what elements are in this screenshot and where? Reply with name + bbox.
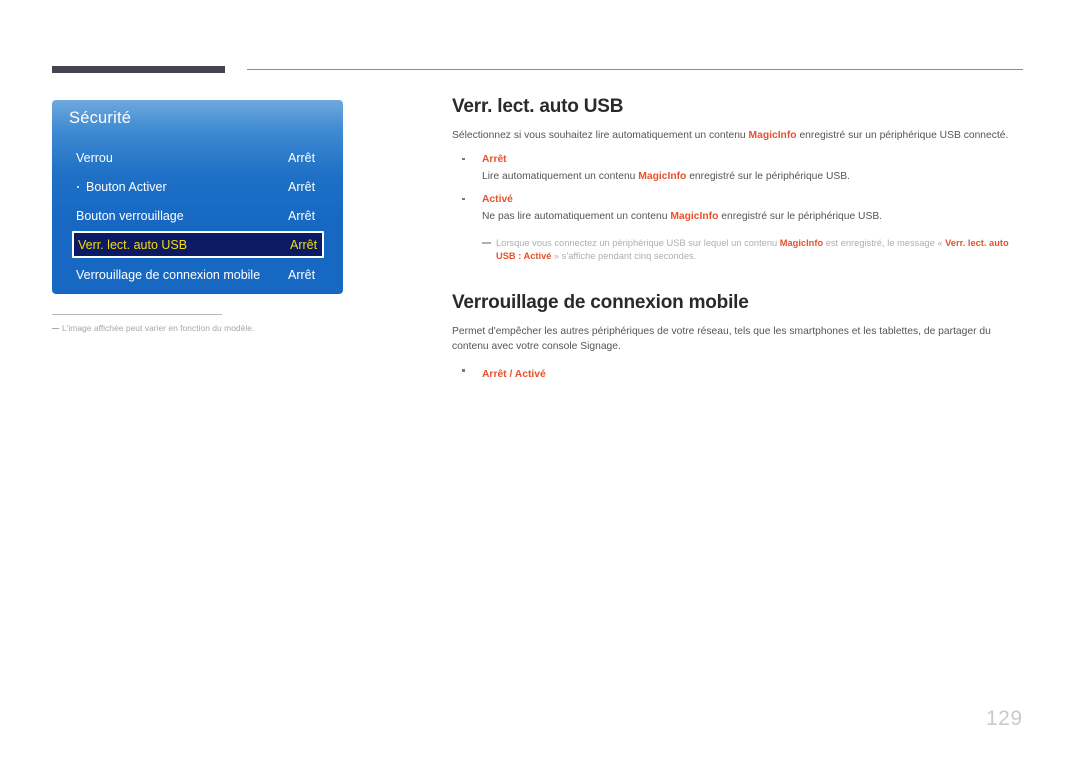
list-item: Arrêt / Activé (452, 364, 1024, 382)
desc-part-1: Ne pas lire automatiquement un contenu (482, 210, 671, 222)
section-2-title: Verrouillage de connexion mobile (452, 292, 749, 314)
option-label-arret: Arrêt (482, 153, 507, 165)
section-1-intro: Sélectionnez si vous souhaitez lire auto… (452, 129, 1024, 144)
desc-part-2: enregistré sur le périphérique USB. (686, 170, 851, 182)
osd-row-label: Verrouillage de connexion mobile (76, 267, 261, 282)
osd-footnote-text: L'image affichée peut varier en fonction… (62, 323, 255, 333)
osd-row-verrouillage-connexion-mobile[interactable]: Verrouillage de connexion mobile Arrêt (52, 260, 343, 289)
osd-row-bouton-verrouillage[interactable]: Bouton verrouillage Arrêt (52, 201, 343, 230)
note-part-3: » s'affiche pendant cinq secondes. (551, 251, 697, 262)
desc-part-1: Lire automatiquement un contenu (482, 170, 639, 182)
note-part-2: est enregistré, le message « (823, 237, 946, 248)
osd-row-label: Verr. lect. auto USB (78, 237, 188, 252)
footnote-divider (52, 314, 222, 315)
list-item: Activé Ne pas lire automatiquement un co… (452, 193, 1024, 225)
magicinfo-keyword: MagicInfo (670, 210, 719, 222)
section-1-note: Lorsque vous connectez un périphérique U… (482, 237, 1024, 265)
option-label-arret-active: Arrêt / Activé (482, 369, 546, 381)
list-item: Arrêt Lire automatiquement un contenu Ma… (452, 153, 1024, 185)
osd-row-label: Bouton verrouillage (76, 208, 184, 223)
intro-text-part-2: enregistré sur un périphérique USB conne… (796, 130, 1009, 141)
magicinfo-keyword: MagicInfo (748, 130, 797, 141)
content-column: Verr. lect. auto USB Sélectionnez si vou… (452, 96, 1024, 382)
osd-panel-title: Sécurité (69, 109, 132, 127)
note-dash-icon (482, 241, 491, 244)
osd-row-label: Verrou (76, 150, 113, 165)
osd-row-bouton-activer[interactable]: Bouton Activer Arrêt (52, 172, 343, 201)
osd-row-verrou[interactable]: Verrou Arrêt (52, 143, 343, 172)
page-title: Verr. lect. auto USB (452, 96, 624, 117)
header-rule (247, 69, 1023, 70)
magicinfo-keyword: MagicInfo (779, 237, 824, 248)
header-accent-bar (52, 66, 225, 73)
desc-part-2: enregistré sur le périphérique USB. (718, 210, 883, 222)
intro-text-part-1: Sélectionnez si vous souhaitez lire auto… (452, 130, 749, 141)
magicinfo-keyword: MagicInfo (638, 170, 687, 182)
osd-row-value: Arrêt (288, 179, 316, 194)
osd-row-label: Bouton Activer (86, 179, 167, 194)
bullet-square-icon (462, 369, 465, 372)
option-description: Lire automatiquement un contenu MagicInf… (482, 170, 1024, 185)
osd-row-verr-lect-auto-usb[interactable]: Verr. lect. auto USB Arrêt (72, 231, 324, 258)
note-part-1: Lorsque vous connectez un périphérique U… (496, 237, 780, 248)
page-number: 129 (986, 707, 1023, 730)
section-1-options-list: Arrêt Lire automatiquement un contenu Ma… (452, 153, 1024, 225)
bullet-square-icon (462, 157, 465, 161)
option-description: Ne pas lire automatiquement un contenu M… (482, 210, 1024, 225)
osd-footnote: L'image affichée peut varier en fonction… (52, 323, 352, 334)
bullet-square-icon (462, 197, 465, 201)
sub-item-dot-icon (77, 185, 79, 188)
osd-row-value: Arrêt (288, 150, 316, 165)
osd-menu-panel: Sécurité Verrou Arrêt Bouton Activer Arr… (52, 100, 343, 294)
osd-row-value: Arrêt (290, 237, 318, 252)
section-2-intro: Permet d'empêcher les autres périphériqu… (452, 326, 991, 353)
dash-marker-icon (52, 328, 59, 329)
osd-row-value: Arrêt (288, 208, 316, 223)
option-label-active: Activé (482, 193, 513, 205)
osd-row-value: Arrêt (288, 267, 316, 282)
